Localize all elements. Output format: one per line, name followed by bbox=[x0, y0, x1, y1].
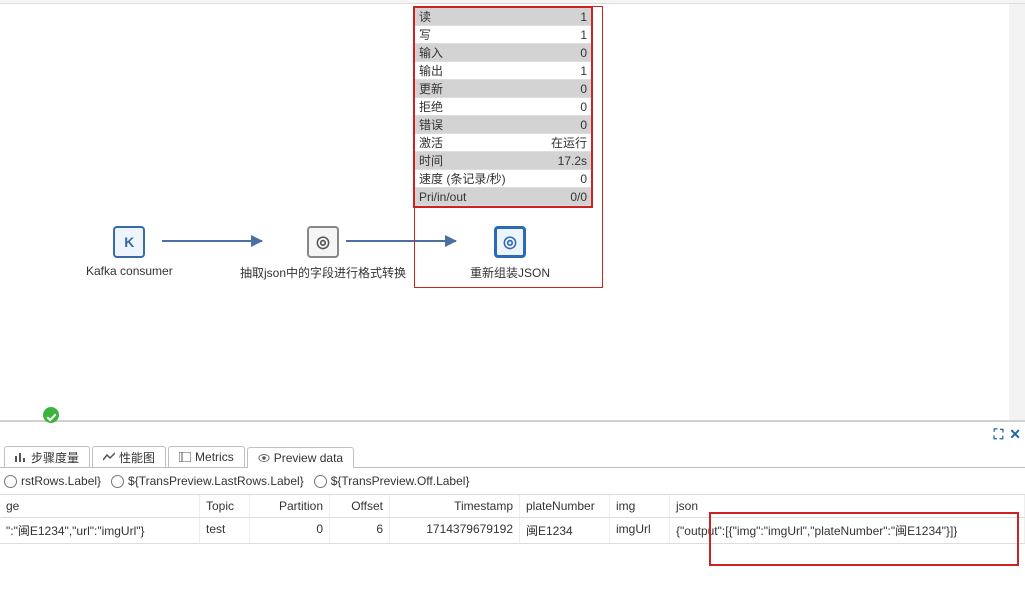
metrics-icon bbox=[179, 452, 191, 462]
stats-label: 输出 bbox=[419, 62, 580, 79]
stats-label: 激活 bbox=[419, 134, 551, 151]
node-label: Kafka consumer bbox=[86, 264, 173, 278]
stats-row: 输入0 bbox=[415, 44, 591, 62]
stats-label: 读 bbox=[419, 8, 580, 25]
stats-row: Pri/in/out0/0 bbox=[415, 188, 591, 206]
stats-value: 0 bbox=[580, 100, 587, 114]
tab-metrics[interactable]: Metrics bbox=[168, 446, 245, 467]
stats-row: 拒绝0 bbox=[415, 98, 591, 116]
col-header[interactable]: ge bbox=[0, 495, 200, 517]
cell: 闽E1234 bbox=[520, 518, 610, 543]
stats-row: 速度 (条记录/秒)0 bbox=[415, 170, 591, 188]
cell: test bbox=[200, 518, 250, 543]
preview-grid[interactable]: ge Topic Partition Offset Timestamp plat… bbox=[0, 495, 1025, 544]
tab-step-metrics[interactable]: 步骤度量 bbox=[4, 446, 90, 467]
cell: ":"闽E1234","url":"imgUrl"} bbox=[0, 518, 200, 543]
col-header[interactable]: Partition bbox=[250, 495, 330, 517]
stats-value: 0 bbox=[580, 46, 587, 60]
kafka-icon: K bbox=[113, 226, 145, 258]
col-header[interactable]: img bbox=[610, 495, 670, 517]
stats-value: 0 bbox=[580, 118, 587, 132]
stats-label: 错误 bbox=[419, 116, 580, 133]
col-header[interactable]: Topic bbox=[200, 495, 250, 517]
stats-value: 在运行 bbox=[551, 134, 587, 151]
stats-row: 读1 bbox=[415, 8, 591, 26]
stats-value: 0 bbox=[580, 82, 587, 96]
grid-header-row: ge Topic Partition Offset Timestamp plat… bbox=[0, 495, 1025, 518]
stats-value: 1 bbox=[580, 64, 587, 78]
flow-arrow bbox=[346, 240, 456, 242]
col-header[interactable]: plateNumber bbox=[520, 495, 610, 517]
tab-preview-data[interactable]: Preview data bbox=[247, 447, 354, 468]
panel-window-buttons: ⛶ ✕ bbox=[0, 426, 1025, 446]
tab-label: Preview data bbox=[274, 451, 343, 465]
stats-row: 输出1 bbox=[415, 62, 591, 80]
option-last-rows[interactable]: ${TransPreview.LastRows.Label} bbox=[111, 474, 304, 488]
stats-value: 0 bbox=[580, 172, 587, 186]
stats-label: 速度 (条记录/秒) bbox=[419, 170, 580, 187]
stats-value: 0/0 bbox=[570, 190, 587, 204]
node-label: 抽取json中的字段进行格式转换 bbox=[240, 264, 406, 281]
bottom-tabs: 步骤度量 性能图 Metrics Preview data bbox=[0, 446, 1025, 468]
stats-label: 拒绝 bbox=[419, 98, 580, 115]
col-header[interactable]: json bbox=[670, 495, 1025, 517]
node-label: 重新组装JSON bbox=[470, 264, 550, 281]
tab-perf-graph[interactable]: 性能图 bbox=[92, 446, 166, 467]
stats-row: 错误0 bbox=[415, 116, 591, 134]
stats-value: 1 bbox=[580, 10, 587, 24]
preview-options: rstRows.Label} ${TransPreview.LastRows.L… bbox=[0, 468, 1025, 495]
eye-icon bbox=[258, 453, 270, 463]
col-header[interactable]: Timestamp bbox=[390, 495, 520, 517]
tab-label: 性能图 bbox=[119, 449, 155, 466]
popout-icon[interactable]: ⛶ bbox=[994, 426, 1004, 442]
stats-label: Pri/in/out bbox=[419, 190, 570, 204]
tab-label: Metrics bbox=[195, 450, 234, 464]
node-extract-json[interactable]: ◎ 抽取json中的字段进行格式转换 bbox=[240, 226, 406, 281]
option-off[interactable]: ${TransPreview.Off.Label} bbox=[314, 474, 470, 488]
design-canvas[interactable]: 读1写1输入0输出1更新0拒绝0错误0激活在运行时间17.2s速度 (条记录/秒… bbox=[0, 4, 1025, 420]
close-icon[interactable]: ✕ bbox=[1009, 426, 1021, 442]
bar-chart-icon bbox=[15, 452, 27, 462]
stats-row: 时间17.2s bbox=[415, 152, 591, 170]
run-success-icon bbox=[43, 407, 59, 423]
node-kafka-consumer[interactable]: K Kafka consumer bbox=[86, 226, 173, 278]
json-icon: ◎ bbox=[494, 226, 526, 258]
stats-row: 激活在运行 bbox=[415, 134, 591, 152]
cell: 6 bbox=[330, 518, 390, 543]
option-first-rows[interactable]: rstRows.Label} bbox=[4, 474, 101, 488]
stats-value: 1 bbox=[580, 28, 587, 42]
table-row[interactable]: ":"闽E1234","url":"imgUrl"} test 0 6 1714… bbox=[0, 518, 1025, 544]
node-rebuild-json[interactable]: ◎ 重新组装JSON bbox=[470, 226, 550, 281]
stats-label: 时间 bbox=[419, 152, 558, 169]
cell: 1714379679192 bbox=[390, 518, 520, 543]
stats-row: 写1 bbox=[415, 26, 591, 44]
line-chart-icon bbox=[103, 452, 115, 462]
stats-label: 更新 bbox=[419, 80, 580, 97]
transform-icon: ◎ bbox=[307, 226, 339, 258]
stats-label: 输入 bbox=[419, 44, 580, 61]
col-header[interactable]: Offset bbox=[330, 495, 390, 517]
tab-label: 步骤度量 bbox=[31, 449, 79, 466]
stats-row: 更新0 bbox=[415, 80, 591, 98]
cell: 0 bbox=[250, 518, 330, 543]
stats-value: 17.2s bbox=[558, 154, 587, 168]
cell: imgUrl bbox=[610, 518, 670, 543]
step-stats-tooltip: 读1写1输入0输出1更新0拒绝0错误0激活在运行时间17.2s速度 (条记录/秒… bbox=[413, 6, 593, 208]
cell-json: {"output":[{"img":"imgUrl","plateNumber"… bbox=[670, 518, 1025, 543]
stats-label: 写 bbox=[419, 26, 580, 43]
